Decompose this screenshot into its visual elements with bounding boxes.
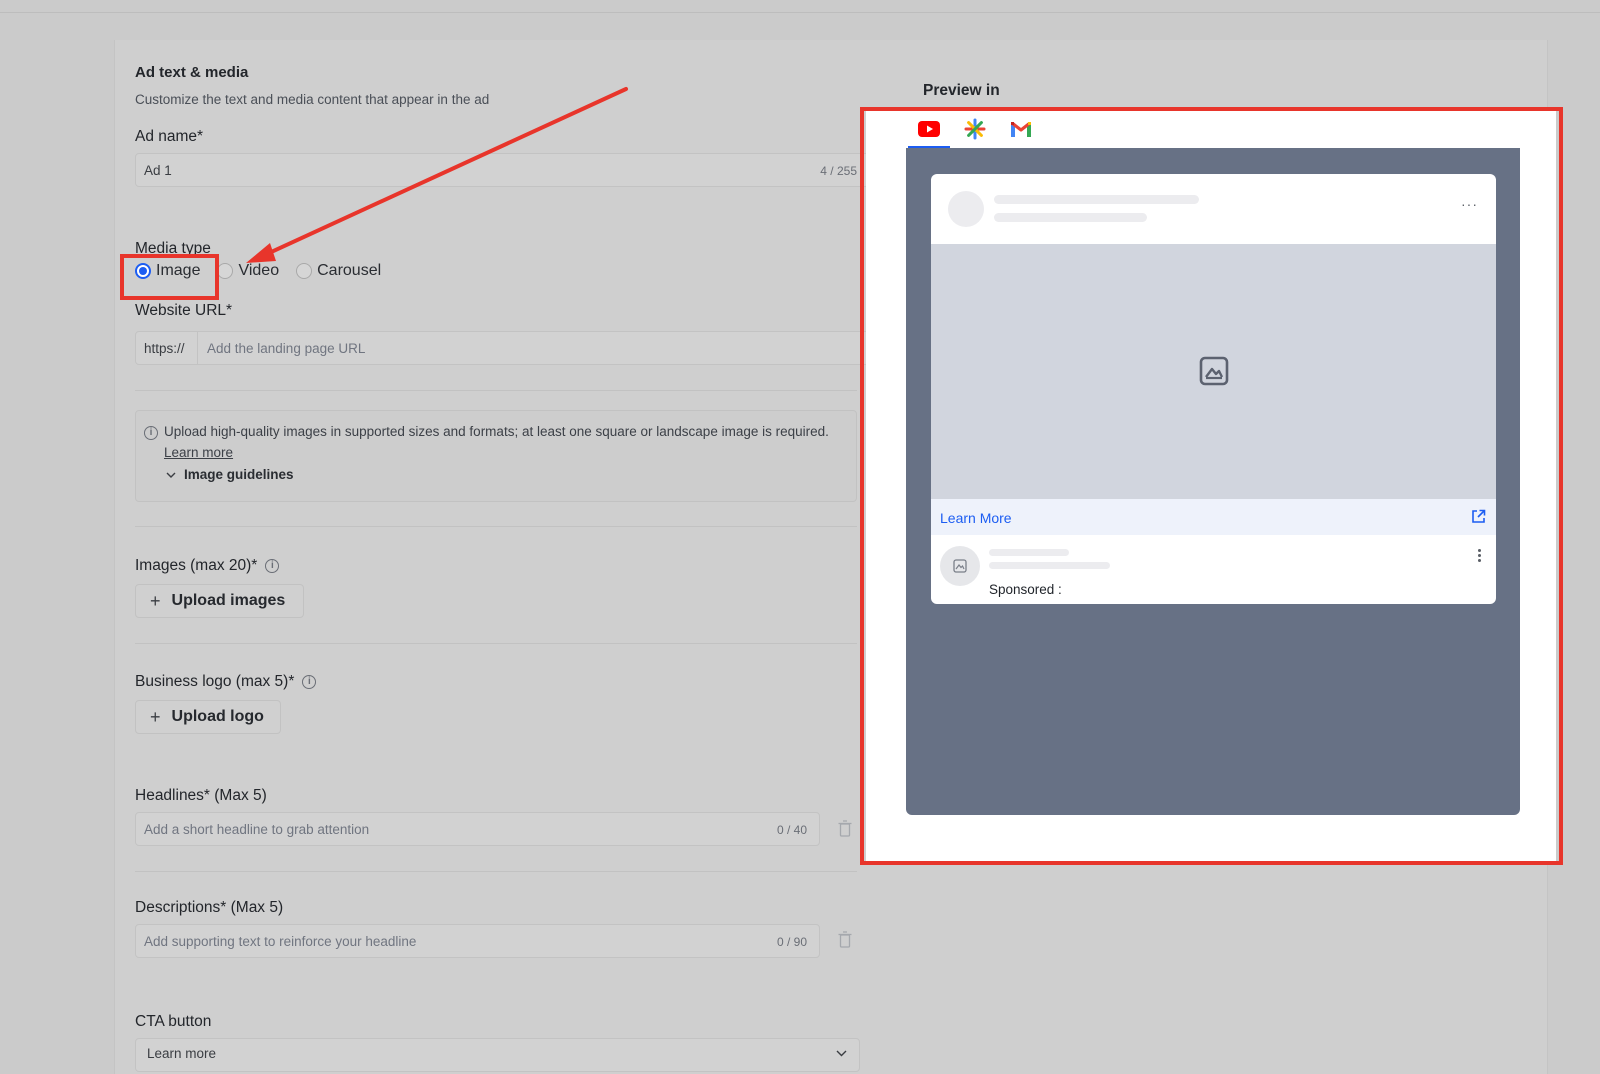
notice-text: Upload high-quality images in supported …	[164, 424, 829, 439]
info-icon[interactable]: i	[265, 558, 280, 573]
plus-icon: +	[150, 590, 161, 611]
cta-selected-value: Learn more	[147, 1046, 217, 1061]
website-url-input[interactable]: https:// Add the landing page URL	[135, 331, 870, 365]
plus-icon: +	[150, 706, 161, 727]
divider	[135, 643, 857, 644]
description-placeholder: Add supporting text to reinforce your he…	[144, 934, 417, 949]
preview-title: Preview in	[923, 82, 1000, 99]
upload-images-button[interactable]: + Upload images	[135, 584, 304, 618]
headline-placeholder: Add a short headline to grab attention	[144, 822, 370, 837]
info-icon: i	[144, 424, 158, 442]
business-logo-label: Business logo (max 5)* i	[135, 673, 317, 691]
upload-logo-button[interactable]: + Upload logo	[135, 700, 281, 734]
description-counter: 0 / 90	[776, 935, 807, 949]
annotation-arrow	[246, 87, 628, 263]
headlines-label: Headlines* (Max 5)	[135, 787, 267, 804]
annotation-highlight-image-radio	[120, 254, 219, 300]
ad-name-value: Ad 1	[144, 163, 172, 178]
headline-counter: 0 / 40	[776, 823, 807, 837]
website-url-label: Website URL*	[135, 302, 233, 319]
image-guidelines-toggle[interactable]: Image guidelines	[166, 467, 294, 482]
ad-name-label: Ad name*	[135, 128, 204, 145]
learn-more-link[interactable]: Learn more	[164, 445, 233, 460]
images-label: Images (max 20)* i	[135, 557, 280, 575]
chevron-down-icon	[166, 472, 176, 478]
headline-input[interactable]: Add a short headline to grab attention 0…	[135, 812, 820, 846]
image-upload-notice: i Upload high-quality images in supporte…	[135, 410, 857, 502]
section-title: Ad text & media	[135, 64, 249, 81]
annotation-highlight-preview	[860, 107, 1563, 865]
divider	[135, 526, 857, 527]
top-divider	[0, 12, 1600, 13]
cta-select[interactable]: Learn more	[135, 1038, 860, 1072]
trash-icon[interactable]	[838, 820, 852, 837]
website-url-prefix: https://	[144, 341, 185, 356]
cta-label: CTA button	[135, 1013, 212, 1030]
media-type-video-radio[interactable]	[217, 263, 234, 279]
divider	[135, 390, 857, 391]
description-input[interactable]: Add supporting text to reinforce your he…	[135, 924, 820, 958]
website-url-placeholder: Add the landing page URL	[207, 341, 366, 356]
trash-icon[interactable]	[838, 931, 852, 948]
website-url-prefix-divider	[197, 332, 198, 364]
info-icon[interactable]: i	[302, 674, 317, 689]
descriptions-label: Descriptions* (Max 5)	[135, 899, 284, 916]
ad-name-counter: 4 / 255	[820, 164, 857, 178]
divider	[135, 871, 857, 872]
chevron-down-icon	[836, 1050, 847, 1057]
